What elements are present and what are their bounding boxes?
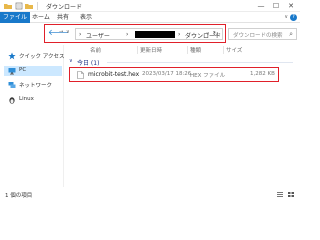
file-size: 1,282 KB xyxy=(250,71,275,77)
nav-item-network[interactable]: ネットワーク xyxy=(4,80,62,90)
minimize-button[interactable]: — xyxy=(254,0,268,12)
tab-view[interactable]: 表示 xyxy=(77,12,95,23)
details-view-icon[interactable] xyxy=(276,191,284,198)
column-divider[interactable] xyxy=(223,46,224,54)
close-button[interactable]: ✕ xyxy=(284,0,298,12)
file-date: 2023/03/17 18:26 xyxy=(142,71,192,77)
column-divider[interactable] xyxy=(187,46,188,54)
column-type[interactable]: 種類 xyxy=(190,46,201,54)
properties-icon[interactable] xyxy=(15,2,23,10)
file-type: HEX ファイル xyxy=(190,73,226,79)
column-name[interactable]: 名前 xyxy=(90,46,101,54)
title-separator xyxy=(37,2,38,10)
item-count: 1 個の項目 xyxy=(5,193,33,199)
nav-item-linux[interactable]: Linux xyxy=(4,95,62,105)
search-input[interactable]: ダウンロードの検索 ⌕ xyxy=(228,28,297,40)
star-icon xyxy=(8,52,16,60)
network-icon xyxy=(8,82,16,88)
nav-item-quick-access[interactable]: クイック アクセス xyxy=(4,51,65,61)
tab-share[interactable]: 共有 xyxy=(54,12,72,23)
nav-item-label: クイック アクセス xyxy=(19,54,65,60)
group-divider xyxy=(107,62,293,63)
new-folder-icon[interactable] xyxy=(25,2,33,10)
navigation-pane: クイック アクセス PC ネットワーク Linux xyxy=(0,45,64,187)
ribbon-expand-icon[interactable]: ∨ xyxy=(284,12,288,23)
window-title: ダウンロード xyxy=(46,4,83,11)
folder-icon xyxy=(4,4,12,9)
nav-item-label: Linux xyxy=(19,96,34,102)
status-bar: 1 個の項目 xyxy=(0,189,300,200)
nav-item-label: ネットワーク xyxy=(19,83,53,89)
column-date[interactable]: 更新日時 xyxy=(140,46,162,54)
file-row[interactable]: microbit-test.hex 2023/03/17 18:26 HEX フ… xyxy=(69,67,279,82)
column-header-row: 名前 更新日時 種類 サイズ xyxy=(66,45,296,55)
ribbon: ファイル ホーム 共有 表示 ∨ ? xyxy=(0,12,300,23)
maximize-button[interactable]: ☐ xyxy=(269,0,283,12)
title-bar: ダウンロード — ☐ ✕ xyxy=(0,0,300,12)
tab-home[interactable]: ホーム xyxy=(29,12,53,23)
pc-icon xyxy=(8,68,16,75)
search-placeholder: ダウンロードの検索 xyxy=(233,33,283,39)
search-icon: ⌕ xyxy=(289,30,293,38)
large-icons-view-icon[interactable] xyxy=(287,191,295,198)
nav-item-label: PC xyxy=(19,67,27,73)
column-divider[interactable] xyxy=(137,46,138,54)
group-label: 今日 (1) xyxy=(77,60,100,67)
help-icon[interactable]: ? xyxy=(290,14,297,21)
file-name: microbit-test.hex xyxy=(88,71,140,78)
collapse-chevron-icon[interactable]: ∨ xyxy=(69,58,73,64)
tab-file[interactable]: ファイル xyxy=(0,12,31,23)
nav-item-pc[interactable]: PC xyxy=(4,66,62,76)
column-size[interactable]: サイズ xyxy=(226,46,242,54)
address-highlight-box xyxy=(44,24,226,43)
linux-icon xyxy=(9,97,15,104)
file-icon xyxy=(77,71,84,79)
